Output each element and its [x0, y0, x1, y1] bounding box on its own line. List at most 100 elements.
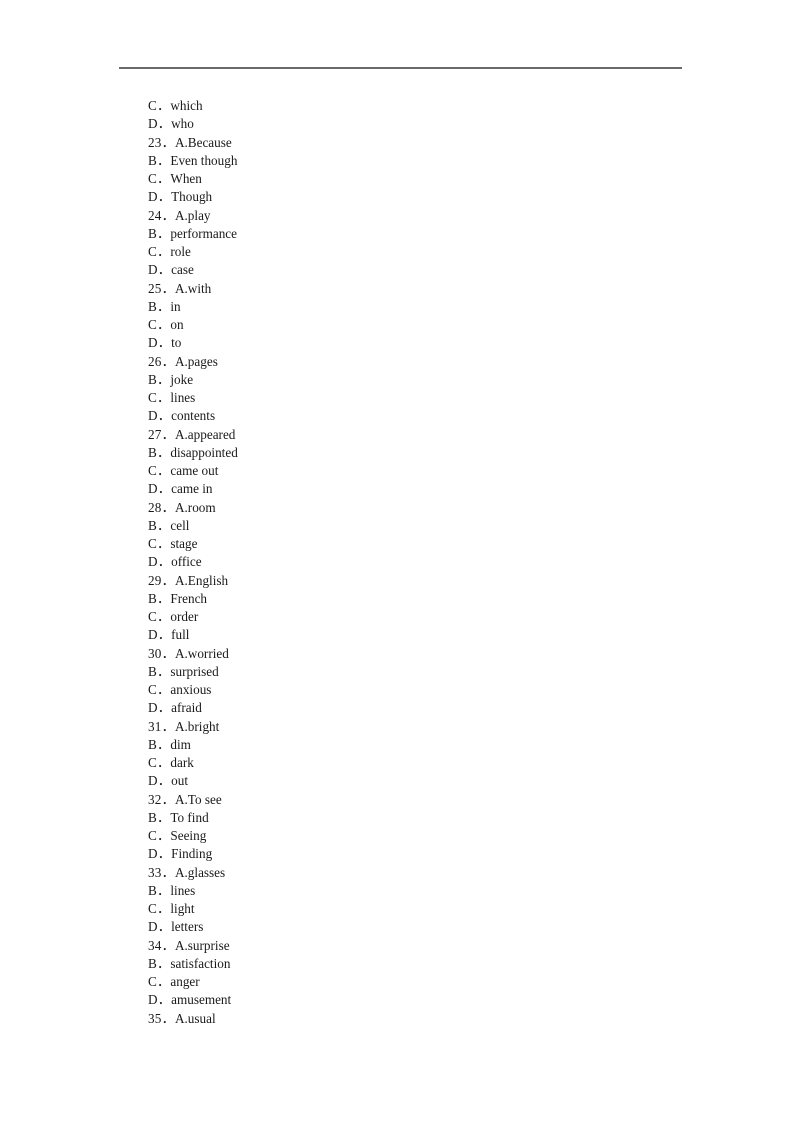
option-text: anger [170, 974, 200, 989]
question-stem-line[interactable]: 27． A.appeared [148, 426, 708, 444]
option-text: lines [170, 390, 196, 405]
option-letter: D． [148, 773, 172, 789]
question-first-option-text: A.worried [174, 645, 229, 661]
option-text: When [170, 171, 202, 186]
option-line[interactable]: D． full [148, 626, 708, 644]
question-stem-line[interactable]: 23． A.Because [148, 134, 708, 152]
option-line[interactable]: D． office [148, 553, 708, 571]
question-number: 34． [148, 937, 175, 953]
option-letter: D． [148, 919, 172, 935]
option-text: came out [170, 463, 219, 478]
option-line[interactable]: D． Though [148, 188, 708, 206]
question-stem-line[interactable]: 30． A.worried [148, 645, 708, 663]
option-line[interactable]: D． case [148, 261, 708, 279]
question-stem-line[interactable]: 32． A.To see [148, 791, 708, 809]
option-line[interactable]: D． out [148, 772, 708, 790]
option-line[interactable]: D． contents [148, 407, 708, 425]
option-line[interactable]: B． disappointed [148, 444, 708, 462]
question-number: 31． [148, 718, 175, 734]
option-letter: B． [148, 152, 171, 168]
question-number: 35． [148, 1010, 175, 1026]
option-line[interactable]: D． came in [148, 480, 708, 498]
option-text: office [171, 554, 202, 570]
option-text: light [170, 901, 195, 916]
option-line[interactable]: C． anxious [148, 681, 708, 699]
option-line[interactable]: C． dark [148, 754, 708, 772]
option-line[interactable]: B． performance [148, 225, 708, 243]
option-letter: B． [148, 809, 171, 825]
option-line[interactable]: B． cell [148, 517, 708, 535]
option-line[interactable]: C． stage [148, 535, 708, 553]
document-page: C． which D． who 23． A.Because B． Even though C． W… [0, 0, 800, 1132]
option-letter: C． [148, 682, 171, 697]
option-line[interactable]: B． dim [148, 736, 708, 754]
header-rule [119, 67, 682, 69]
option-line[interactable]: B． To find [148, 809, 708, 827]
option-line[interactable]: B． in [148, 298, 708, 316]
option-line[interactable]: C． anger [148, 973, 708, 991]
question-stem-line[interactable]: 29． A.English [148, 572, 708, 590]
question-number: 29． [148, 572, 175, 588]
option-line[interactable]: B． Even though [148, 152, 708, 170]
option-line[interactable]: B． surprised [148, 663, 708, 681]
option-line[interactable]: C． light [148, 900, 708, 918]
option-line[interactable]: D． amusement [148, 991, 708, 1009]
option-line[interactable]: D． afraid [148, 699, 708, 717]
option-line[interactable]: C． came out [148, 462, 708, 480]
option-line[interactable]: D． to [148, 334, 708, 352]
option-line[interactable]: C． which [148, 97, 708, 115]
option-line[interactable]: C． lines [148, 389, 708, 407]
option-letter: C． [148, 171, 171, 186]
question-stem-line[interactable]: 24． A.play [148, 207, 708, 225]
question-first-option-text: A.To see [174, 791, 222, 807]
question-stem-line[interactable]: 26． A.pages [148, 353, 708, 371]
option-letter: D． [148, 627, 172, 643]
question-number: 23． [148, 134, 175, 150]
question-stem-line[interactable]: 31． A.bright [148, 718, 708, 736]
option-line[interactable]: D． who [148, 115, 708, 133]
option-line[interactable]: B． French [148, 590, 708, 608]
option-line[interactable]: C． on [148, 316, 708, 334]
option-text: stage [170, 536, 198, 551]
question-stem-line[interactable]: 33． A.glasses [148, 864, 708, 882]
question-number: 33． [148, 864, 175, 880]
option-text: amusement [171, 992, 232, 1008]
option-line[interactable]: D． letters [148, 918, 708, 936]
option-line[interactable]: C． role [148, 243, 708, 261]
option-text: afraid [171, 700, 202, 716]
option-letter: D． [148, 481, 172, 497]
option-text: role [170, 244, 191, 259]
option-letter: C． [148, 536, 171, 551]
question-stem-line[interactable]: 35． A.usual [148, 1010, 708, 1028]
option-text: who [171, 116, 194, 132]
question-stem-line[interactable]: 34． A.surprise [148, 937, 708, 955]
option-text: dim [170, 736, 191, 752]
option-line[interactable]: B． lines [148, 882, 708, 900]
question-first-option-text: A.with [174, 280, 212, 296]
option-letter: B． [148, 736, 171, 752]
option-line[interactable]: C． order [148, 608, 708, 626]
question-number: 25． [148, 280, 175, 296]
option-letter: B． [148, 590, 171, 606]
option-letter: C． [148, 390, 171, 405]
option-text: to [171, 335, 182, 351]
option-line[interactable]: D． Finding [148, 845, 708, 863]
option-letter: D． [148, 335, 172, 351]
option-line[interactable]: B． joke [148, 371, 708, 389]
option-text: letters [171, 919, 204, 935]
option-letter: D． [148, 846, 172, 862]
question-first-option-text: A.play [174, 207, 211, 223]
option-text: came in [171, 481, 213, 497]
question-stem-line[interactable]: 28． A.room [148, 499, 708, 517]
option-line[interactable]: C． Seeing [148, 827, 708, 845]
option-text: contents [171, 408, 216, 424]
question-first-option-text: A.bright [174, 718, 220, 734]
option-letter: B． [148, 882, 171, 898]
option-text: disappointed [170, 444, 238, 460]
option-line[interactable]: C． When [148, 170, 708, 188]
option-letter: C． [148, 609, 171, 624]
option-text: lines [170, 882, 196, 898]
option-line[interactable]: B． satisfaction [148, 955, 708, 973]
question-stem-line[interactable]: 25． A.with [148, 280, 708, 298]
option-letter: B． [148, 298, 171, 314]
